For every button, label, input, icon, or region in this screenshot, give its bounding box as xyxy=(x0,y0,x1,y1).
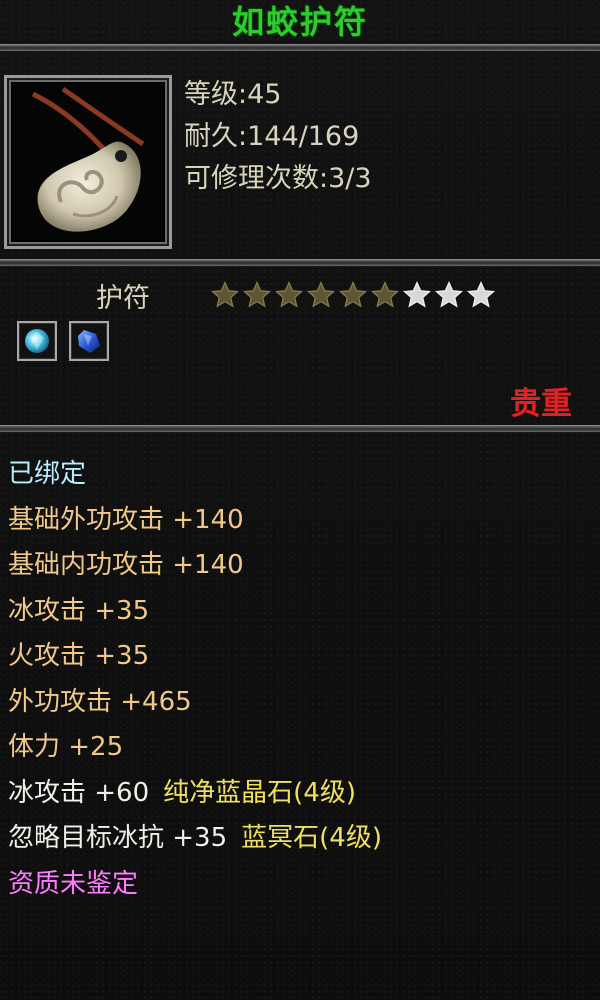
filled-star-icon xyxy=(274,280,304,308)
filled-star-icon xyxy=(306,280,336,308)
attribute-list: 已绑定 基础外功攻击 +140 基础内功攻击 +140 冰攻击 +35 火攻击 … xyxy=(8,452,382,907)
item-tooltip: 如蛟护符 等级:45 耐久:144/169 可修理次数:3/3 护符 贵重 已绑… xyxy=(0,0,600,1000)
attribute-line: 基础外功攻击 +140 xyxy=(8,504,244,535)
gem-slot xyxy=(17,321,57,361)
gem-name: 纯净蓝晶石(4级) xyxy=(163,777,356,808)
filled-star-icon xyxy=(370,280,400,308)
attribute-line: 基础内功攻击 +140 xyxy=(8,550,244,580)
blue-sapphire-gem-icon xyxy=(78,330,100,353)
empty-star-icon xyxy=(402,280,432,308)
rarity-label: 贵重 xyxy=(510,386,572,422)
filled-star-icon xyxy=(210,280,240,308)
gem-attribute-line: 冰攻击 +60 纯净蓝晶石(4级) xyxy=(8,771,382,817)
gem-attribute: 冰攻击 +60 xyxy=(8,777,150,808)
item-icon-frame xyxy=(4,75,172,249)
divider xyxy=(0,259,600,267)
item-title: 如蛟护符 xyxy=(231,3,368,41)
blue-crystal-gem-icon xyxy=(25,329,49,353)
level-stat: 等级:45 xyxy=(184,79,282,110)
divider xyxy=(0,44,600,52)
attribute-line: 外功攻击 +465 xyxy=(8,686,192,717)
divider xyxy=(0,425,600,433)
item-type: 护符 xyxy=(96,283,150,314)
jade-amulet-icon xyxy=(13,84,163,240)
gem-attribute: 忽略目标冰抗 +35 xyxy=(8,823,228,853)
repair-count-stat: 可修理次数:3/3 xyxy=(184,163,372,194)
filled-star-icon xyxy=(338,280,368,308)
gem-slots xyxy=(17,321,121,361)
quality-status: 资质未鉴定 xyxy=(8,868,139,899)
gem-name: 蓝冥石(4级) xyxy=(241,823,382,853)
durability-stat: 耐久:144/169 xyxy=(184,121,360,152)
bound-status: 已绑定 xyxy=(8,459,87,489)
item-stats: 等级:45 耐久:144/169 可修理次数:3/3 xyxy=(184,74,372,200)
empty-star-icon xyxy=(434,280,464,308)
attribute-line: 火攻击 +35 xyxy=(8,641,150,671)
empty-star-icon xyxy=(466,280,496,308)
attribute-line: 冰攻击 +35 xyxy=(8,595,150,626)
star-rating xyxy=(210,280,498,310)
attribute-line: 体力 +25 xyxy=(8,732,124,762)
gem-slot xyxy=(69,321,109,361)
gem-attribute-line: 忽略目标冰抗 +35 蓝冥石(4级) xyxy=(8,816,382,862)
filled-star-icon xyxy=(242,280,272,308)
